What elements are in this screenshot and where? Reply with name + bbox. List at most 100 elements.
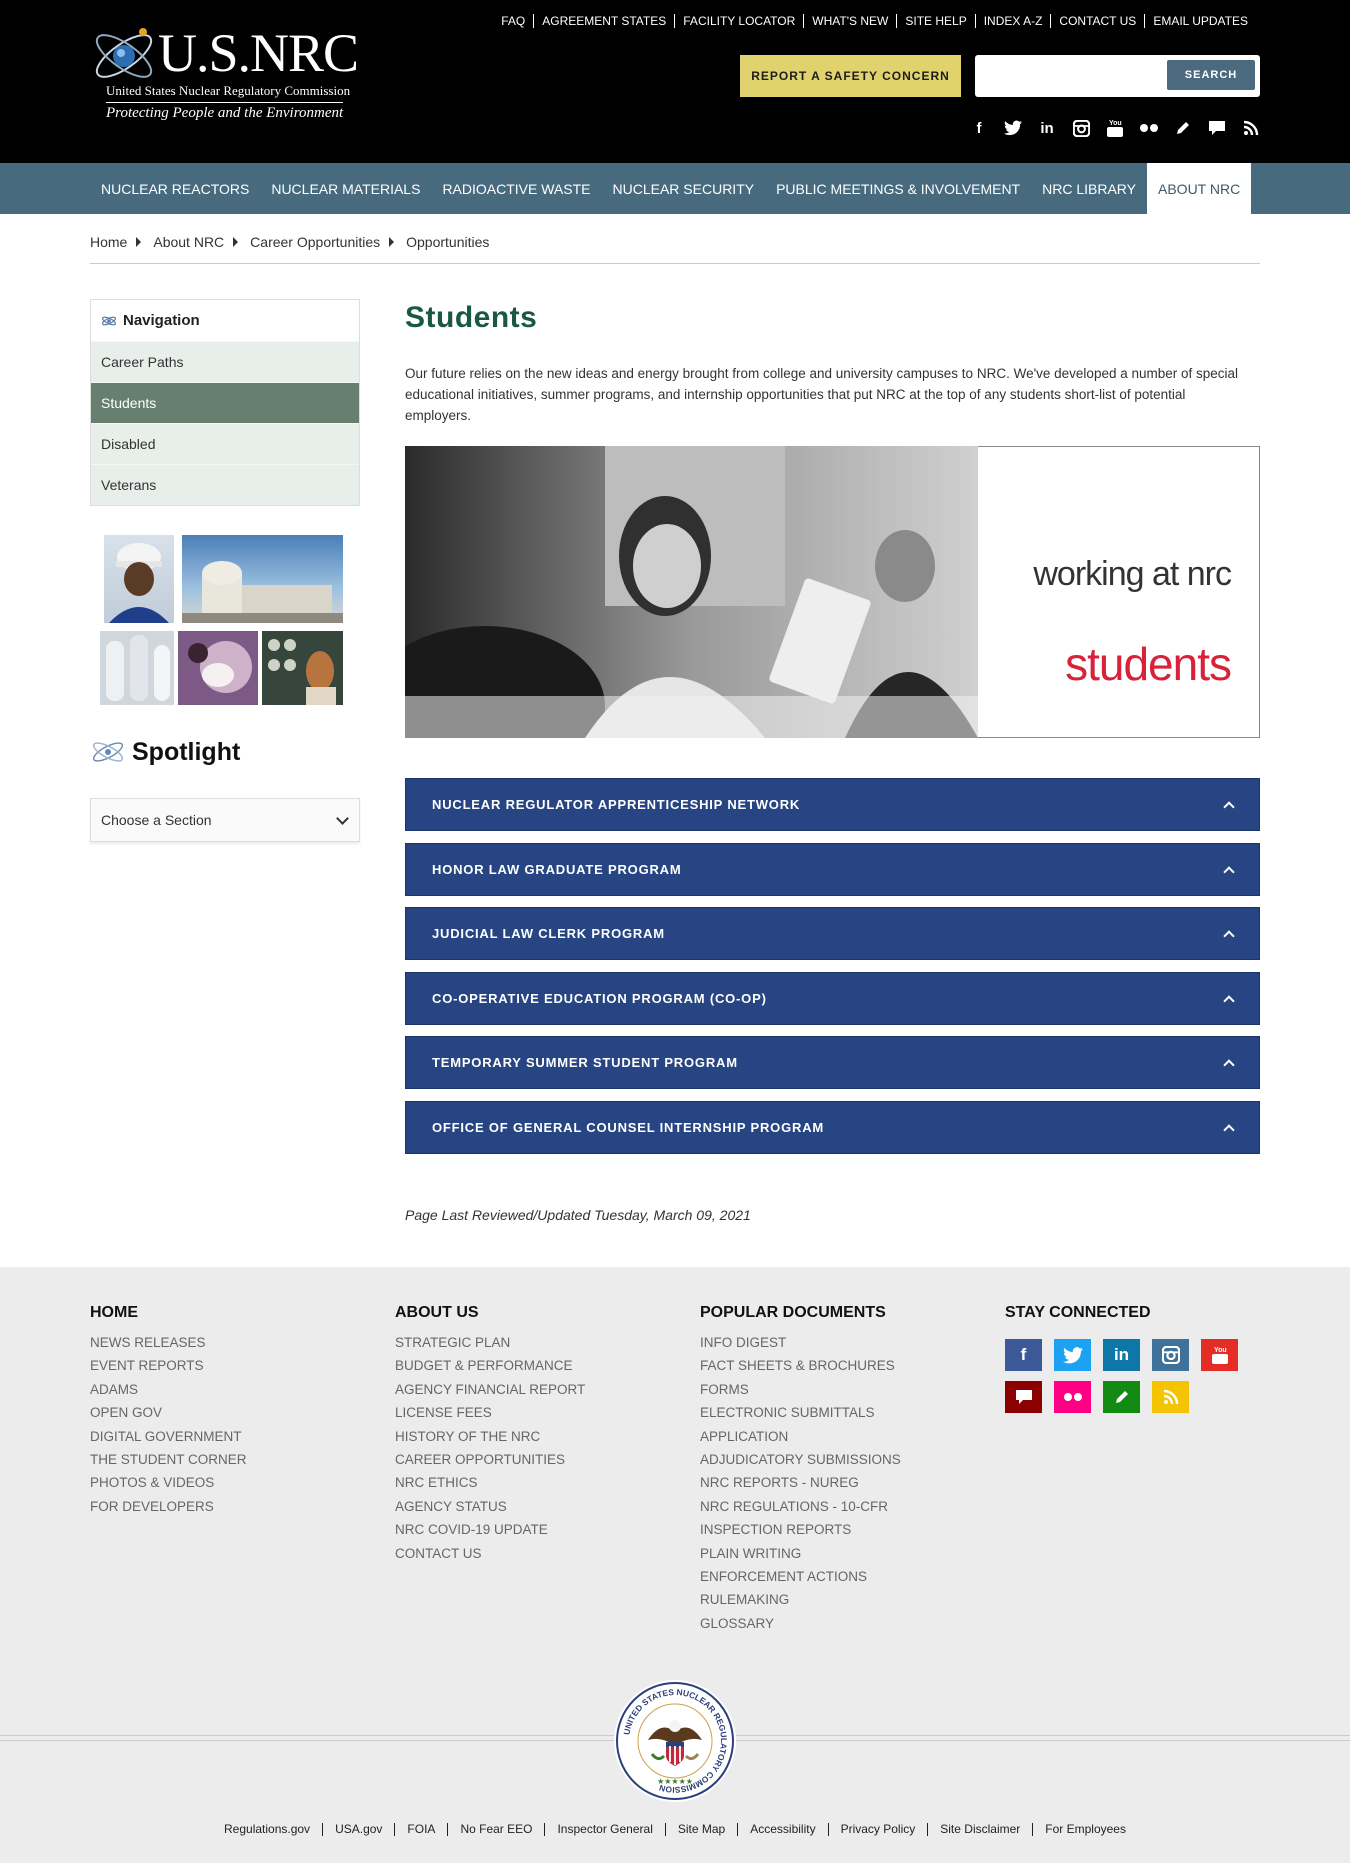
facebook-icon[interactable]: f: [1005, 1339, 1042, 1371]
footer-link[interactable]: INFO DIGEST: [700, 1331, 901, 1354]
linkedin-icon[interactable]: in: [1103, 1339, 1140, 1371]
footer-link[interactable]: APPLICATION: [700, 1425, 901, 1448]
footer-link[interactable]: STRATEGIC PLAN: [395, 1331, 585, 1354]
bottom-link-site-map[interactable]: Site Map: [664, 1823, 737, 1836]
footer-link[interactable]: NRC REGULATIONS - 10-CFR: [700, 1495, 901, 1518]
utility-link-index[interactable]: INDEX A-Z: [974, 14, 1051, 28]
hero-heading: working at nrc: [1033, 555, 1232, 593]
bottom-link-usa-gov[interactable]: USA.gov: [322, 1823, 394, 1836]
accordion-co-op[interactable]: CO-OPERATIVE EDUCATION PROGRAM (CO-OP): [405, 972, 1260, 1025]
page-title: Students: [405, 301, 538, 334]
search-input[interactable]: [981, 61, 1171, 91]
instagram-icon[interactable]: [1070, 117, 1092, 139]
rss-icon[interactable]: [1240, 117, 1262, 139]
bottom-link-privacy-policy[interactable]: Privacy Policy: [827, 1823, 928, 1836]
footer-link[interactable]: PLAIN WRITING: [700, 1542, 901, 1565]
accordion-apprenticeship-network[interactable]: NUCLEAR REGULATOR APPRENTICESHIP NETWORK: [405, 778, 1260, 831]
utility-link-facility-locator[interactable]: FACILITY LOCATOR: [674, 14, 803, 28]
youtube-icon[interactable]: You: [1104, 117, 1126, 139]
facebook-icon[interactable]: f: [968, 117, 990, 139]
utility-link-agreement-states[interactable]: AGREEMENT STATES: [533, 14, 674, 28]
footer-link[interactable]: CAREER OPPORTUNITIES: [395, 1448, 585, 1471]
footer-link[interactable]: THE STUDENT CORNER: [90, 1448, 247, 1471]
comment-icon[interactable]: [1206, 117, 1228, 139]
footer-link[interactable]: OPEN GOV: [90, 1401, 247, 1424]
bottom-link-site-disclaimer[interactable]: Site Disclaimer: [927, 1823, 1032, 1836]
accordion-honor-law-graduate[interactable]: HONOR LAW GRADUATE PROGRAM: [405, 843, 1260, 896]
footer-link[interactable]: BUDGET & PERFORMANCE: [395, 1354, 585, 1377]
comment-icon[interactable]: [1005, 1381, 1042, 1413]
flickr-icon[interactable]: [1054, 1381, 1091, 1413]
footer-link[interactable]: ENFORCEMENT ACTIONS: [700, 1565, 901, 1588]
hero-text-panel: working at nrc students: [978, 446, 1260, 738]
footer-link[interactable]: HISTORY OF THE NRC: [395, 1425, 585, 1448]
nrc-logo[interactable]: U.S.NRC United States Nuclear Regulatory…: [88, 16, 368, 126]
footer-link[interactable]: FORMS: [700, 1378, 901, 1401]
chevron-down-icon: [336, 812, 349, 825]
breadcrumb-home[interactable]: Home: [90, 234, 127, 250]
footer-link[interactable]: LICENSE FEES: [395, 1401, 585, 1424]
footer-link[interactable]: ADAMS: [90, 1378, 247, 1401]
utility-link-whats-new[interactable]: WHAT'S NEW: [803, 14, 896, 28]
footer-link[interactable]: ADJUDICATORY SUBMISSIONS: [700, 1448, 901, 1471]
linkedin-icon[interactable]: in: [1036, 117, 1058, 139]
nav-public-meetings[interactable]: PUBLIC MEETINGS & INVOLVEMENT: [765, 163, 1031, 214]
footer-link[interactable]: INSPECTION REPORTS: [700, 1518, 901, 1541]
instagram-icon[interactable]: [1152, 1339, 1189, 1371]
bottom-link-regulations-gov[interactable]: Regulations.gov: [212, 1823, 322, 1836]
nav-nuclear-security[interactable]: NUCLEAR SECURITY: [602, 163, 766, 214]
nav-about-nrc[interactable]: ABOUT NRC: [1147, 163, 1252, 214]
footer-link[interactable]: NRC COVID-19 UPDATE: [395, 1518, 585, 1541]
footer-link[interactable]: CONTACT US: [395, 1542, 585, 1565]
footer-link[interactable]: GLOSSARY: [700, 1612, 901, 1635]
twitter-icon[interactable]: [1002, 117, 1024, 139]
footer-link[interactable]: DIGITAL GOVERNMENT: [90, 1425, 247, 1448]
footer-link[interactable]: NRC REPORTS - NUREG: [700, 1471, 901, 1494]
sidebar-item-veterans[interactable]: Veterans: [91, 464, 359, 505]
bottom-link-for-employees[interactable]: For Employees: [1032, 1823, 1138, 1836]
sidebar-item-students[interactable]: Students: [91, 382, 359, 423]
breadcrumb-career-opportunities[interactable]: Career Opportunities: [250, 234, 380, 250]
footer-link[interactable]: FACT SHEETS & BROCHURES: [700, 1354, 901, 1377]
bottom-link-inspector-general[interactable]: Inspector General: [544, 1823, 664, 1836]
nav-nuclear-materials[interactable]: NUCLEAR MATERIALS: [260, 163, 431, 214]
nav-radioactive-waste[interactable]: RADIOACTIVE WASTE: [431, 163, 601, 214]
breadcrumb-about-nrc[interactable]: About NRC: [153, 234, 224, 250]
footer-link[interactable]: PHOTOS & VIDEOS: [90, 1471, 247, 1494]
blog-icon[interactable]: [1103, 1381, 1140, 1413]
utility-link-site-help[interactable]: SITE HELP: [896, 14, 974, 28]
nav-nrc-library[interactable]: NRC LIBRARY: [1031, 163, 1147, 214]
footer-link[interactable]: AGENCY FINANCIAL REPORT: [395, 1378, 585, 1401]
choose-section-select[interactable]: Choose a Section: [90, 798, 360, 842]
accordion-judicial-law-clerk[interactable]: JUDICIAL LAW CLERK PROGRAM: [405, 907, 1260, 960]
twitter-icon[interactable]: [1054, 1339, 1091, 1371]
rss-icon[interactable]: [1152, 1381, 1189, 1413]
footer-link[interactable]: FOR DEVELOPERS: [90, 1495, 247, 1518]
footer-link[interactable]: NEWS RELEASES: [90, 1331, 247, 1354]
footer-link[interactable]: AGENCY STATUS: [395, 1495, 585, 1518]
utility-link-email-updates[interactable]: EMAIL UPDATES: [1144, 14, 1256, 28]
footer-link[interactable]: EVENT REPORTS: [90, 1354, 247, 1377]
hero-banner: working at nrc students: [405, 446, 1260, 738]
utility-link-contact[interactable]: CONTACT US: [1050, 14, 1144, 28]
accordion-summer-student[interactable]: TEMPORARY SUMMER STUDENT PROGRAM: [405, 1036, 1260, 1089]
sidebar-item-disabled[interactable]: Disabled: [91, 423, 359, 464]
nrc-seal: UNITED STATES NUCLEAR REGULATORY COMMISS…: [614, 1680, 736, 1802]
youtube-icon[interactable]: You: [1201, 1339, 1238, 1371]
bottom-link-foia[interactable]: FOIA: [394, 1823, 447, 1836]
report-safety-concern-button[interactable]: REPORT A SAFETY CONCERN: [740, 55, 961, 97]
footer-link[interactable]: RULEMAKING: [700, 1588, 901, 1611]
flickr-icon[interactable]: [1138, 117, 1160, 139]
sidebar-item-career-paths[interactable]: Career Paths: [91, 341, 359, 382]
search-button[interactable]: SEARCH: [1167, 60, 1255, 90]
bottom-link-no-fear-eeo[interactable]: No Fear EEO: [447, 1823, 544, 1836]
footer-link[interactable]: NRC ETHICS: [395, 1471, 585, 1494]
footer-link[interactable]: ELECTRONIC SUBMITTALS: [700, 1401, 901, 1424]
bottom-link-accessibility[interactable]: Accessibility: [737, 1823, 827, 1836]
blog-icon[interactable]: [1172, 117, 1194, 139]
nav-nuclear-reactors[interactable]: NUCLEAR REACTORS: [90, 163, 260, 214]
breadcrumb-current: Opportunities: [406, 234, 490, 250]
utility-link-faq[interactable]: FAQ: [493, 14, 533, 28]
accordion-ogc-internship[interactable]: OFFICE OF GENERAL COUNSEL INTERNSHIP PRO…: [405, 1101, 1260, 1154]
main-navigation: NUCLEAR REACTORS NUCLEAR MATERIALS RADIO…: [0, 163, 1350, 214]
